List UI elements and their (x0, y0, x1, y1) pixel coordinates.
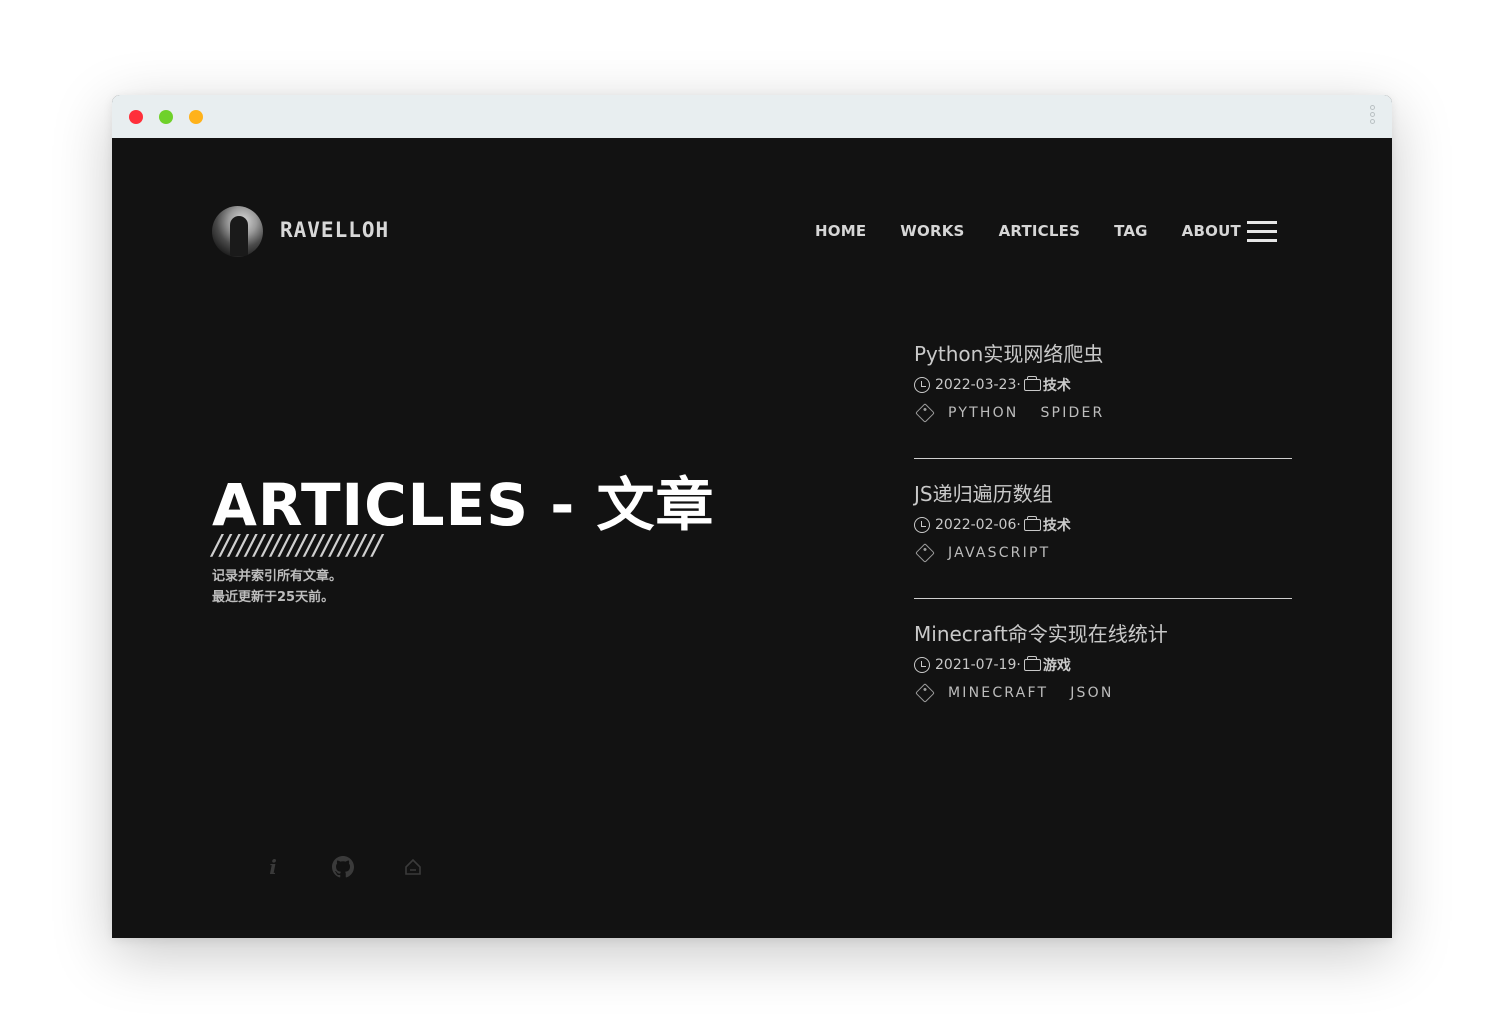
article-meta: 2022-03-23 · 技术 (914, 375, 1071, 395)
window-menu-icon[interactable] (1370, 105, 1378, 129)
article-meta: 2022-02-06 · 技术 (914, 515, 1071, 535)
article-date: 2021-07-19 (935, 657, 1017, 673)
page-content: RAVELLOH HOME WORKS ARTICLES TAG ABOUT A… (112, 138, 1392, 938)
window-titlebar (112, 95, 1392, 138)
article-date: 2022-03-23 (935, 377, 1017, 393)
subtitle-line-1: 记录并索引所有文章。 (212, 569, 343, 584)
article-meta: 2021-07-19 · 游戏 (914, 655, 1071, 675)
divider (914, 458, 1292, 459)
article-tags: JAVASCRIPT (914, 543, 1072, 563)
clock-icon (914, 517, 930, 533)
meta-separator: · (1016, 377, 1021, 393)
article-tags: MINECRAFT JSON (914, 683, 1136, 703)
close-window-button[interactable] (129, 110, 143, 124)
tag-icon (915, 403, 935, 423)
github-icon[interactable] (332, 856, 354, 878)
tag-link[interactable]: JAVASCRIPT (948, 545, 1050, 561)
tag-link[interactable]: PYTHON (948, 405, 1018, 421)
article-title[interactable]: Minecraft命令实现在线统计 (914, 618, 1168, 647)
maximize-window-button[interactable] (159, 110, 173, 124)
minimize-window-button[interactable] (189, 110, 203, 124)
tag-icon (915, 683, 935, 703)
tag-link[interactable]: SPIDER (1040, 405, 1104, 421)
nav-item-home[interactable]: HOME (815, 222, 866, 240)
nav-item-works[interactable]: WORKS (900, 222, 964, 240)
nav-item-articles[interactable]: ARTICLES (999, 222, 1081, 240)
folder-icon (1023, 516, 1041, 531)
browser-window: RAVELLOH HOME WORKS ARTICLES TAG ABOUT A… (112, 95, 1392, 938)
nav-item-tag[interactable]: TAG (1114, 222, 1148, 240)
menu-icon[interactable] (1247, 221, 1277, 243)
article-category[interactable]: 游戏 (1043, 655, 1071, 675)
article-category[interactable]: 技术 (1043, 515, 1071, 535)
main-nav: HOME WORKS ARTICLES TAG ABOUT (815, 222, 1275, 240)
article-list: Python实现网络爬虫 2022-03-23 · 技术 PYTHON SPID… (914, 338, 1292, 758)
article-item: Minecraft命令实现在线统计 2021-07-19 · 游戏 MINECR… (914, 618, 1292, 758)
nav-item-about[interactable]: ABOUT (1182, 222, 1241, 240)
tag-link[interactable]: JSON (1070, 685, 1113, 701)
home-icon[interactable] (402, 856, 424, 878)
tag-icon (915, 543, 935, 563)
article-tags: PYTHON SPIDER (914, 403, 1126, 423)
footer-links: i (262, 855, 472, 879)
info-icon[interactable]: i (262, 855, 284, 879)
meta-separator: · (1016, 657, 1021, 673)
clock-icon (914, 657, 930, 673)
avatar[interactable] (212, 206, 263, 257)
article-category[interactable]: 技术 (1043, 375, 1071, 395)
article-item: Python实现网络爬虫 2022-03-23 · 技术 PYTHON SPID… (914, 338, 1292, 478)
folder-icon (1023, 376, 1041, 391)
article-title[interactable]: Python实现网络爬虫 (914, 338, 1103, 367)
article-title[interactable]: JS递归遍历数组 (914, 478, 1053, 507)
site-logo[interactable]: RAVELLOH (280, 218, 389, 242)
article-date: 2022-02-06 (935, 517, 1017, 533)
page-subtitle: 记录并索引所有文章。 最近更新于25天前。 (212, 566, 342, 608)
meta-separator: · (1016, 517, 1021, 533)
tag-link[interactable]: MINECRAFT (948, 685, 1048, 701)
subtitle-line-2: 最近更新于25天前。 (212, 590, 335, 605)
clock-icon (914, 377, 930, 393)
decorative-slashes: //////////////////// (212, 528, 382, 561)
divider (914, 598, 1292, 599)
folder-icon (1023, 656, 1041, 671)
article-item: JS递归遍历数组 2022-02-06 · 技术 JAVASCRIPT (914, 478, 1292, 618)
